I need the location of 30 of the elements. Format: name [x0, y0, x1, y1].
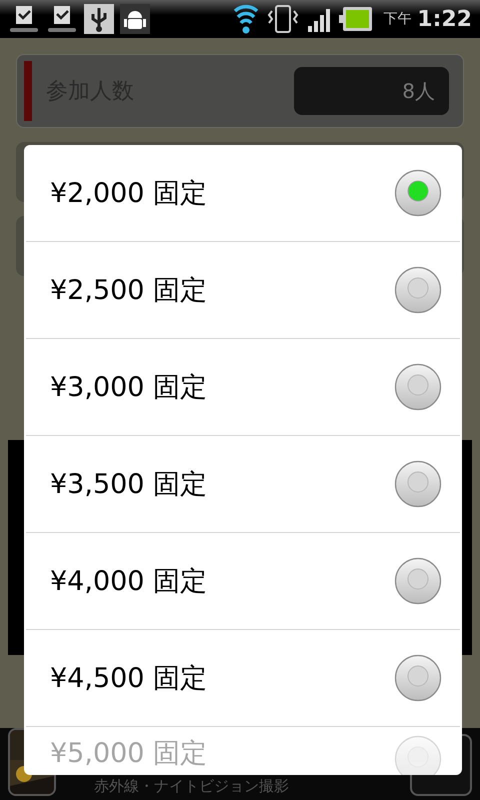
radio-button[interactable] — [394, 654, 442, 702]
option-row[interactable]: ¥4,000 固定 — [26, 533, 460, 630]
option-label: ¥3,500 固定 — [50, 468, 208, 502]
usb-icon — [84, 4, 114, 34]
option-label: ¥5,000 固定 — [50, 737, 208, 771]
time-period: 下午 — [383, 10, 412, 28]
download-done-icon — [8, 4, 40, 34]
ad-text: 赤外線・ナイトビジョン撮影 — [93, 777, 290, 796]
option-row[interactable]: ¥3,000 固定 — [26, 339, 460, 436]
option-row[interactable]: ¥2,500 固定 — [26, 242, 460, 339]
option-row[interactable]: ¥4,500 固定 — [26, 630, 460, 727]
option-label: ¥2,000 固定 — [50, 177, 208, 211]
option-label: ¥4,500 固定 — [50, 662, 208, 696]
accent-bar — [24, 61, 32, 121]
radio-button[interactable] — [394, 266, 442, 314]
battery-icon — [339, 5, 374, 33]
android-icon — [120, 4, 150, 34]
radio-button[interactable] — [394, 363, 442, 411]
option-label: ¥2,500 固定 — [50, 274, 208, 308]
download-done-icon — [46, 4, 78, 34]
radio-button[interactable] — [394, 460, 442, 508]
option-row[interactable]: ¥2,000 固定 — [26, 145, 460, 242]
count-value: 8人 — [294, 67, 449, 115]
clock: 1:22 — [417, 6, 472, 32]
radio-button[interactable] — [394, 169, 442, 217]
wifi-icon — [233, 3, 260, 35]
option-row[interactable]: ¥3,500 固定 — [26, 436, 460, 533]
option-label: ¥4,000 固定 — [50, 565, 208, 599]
option-label: ¥3,000 固定 — [50, 371, 208, 405]
radio-button[interactable] — [394, 557, 442, 605]
